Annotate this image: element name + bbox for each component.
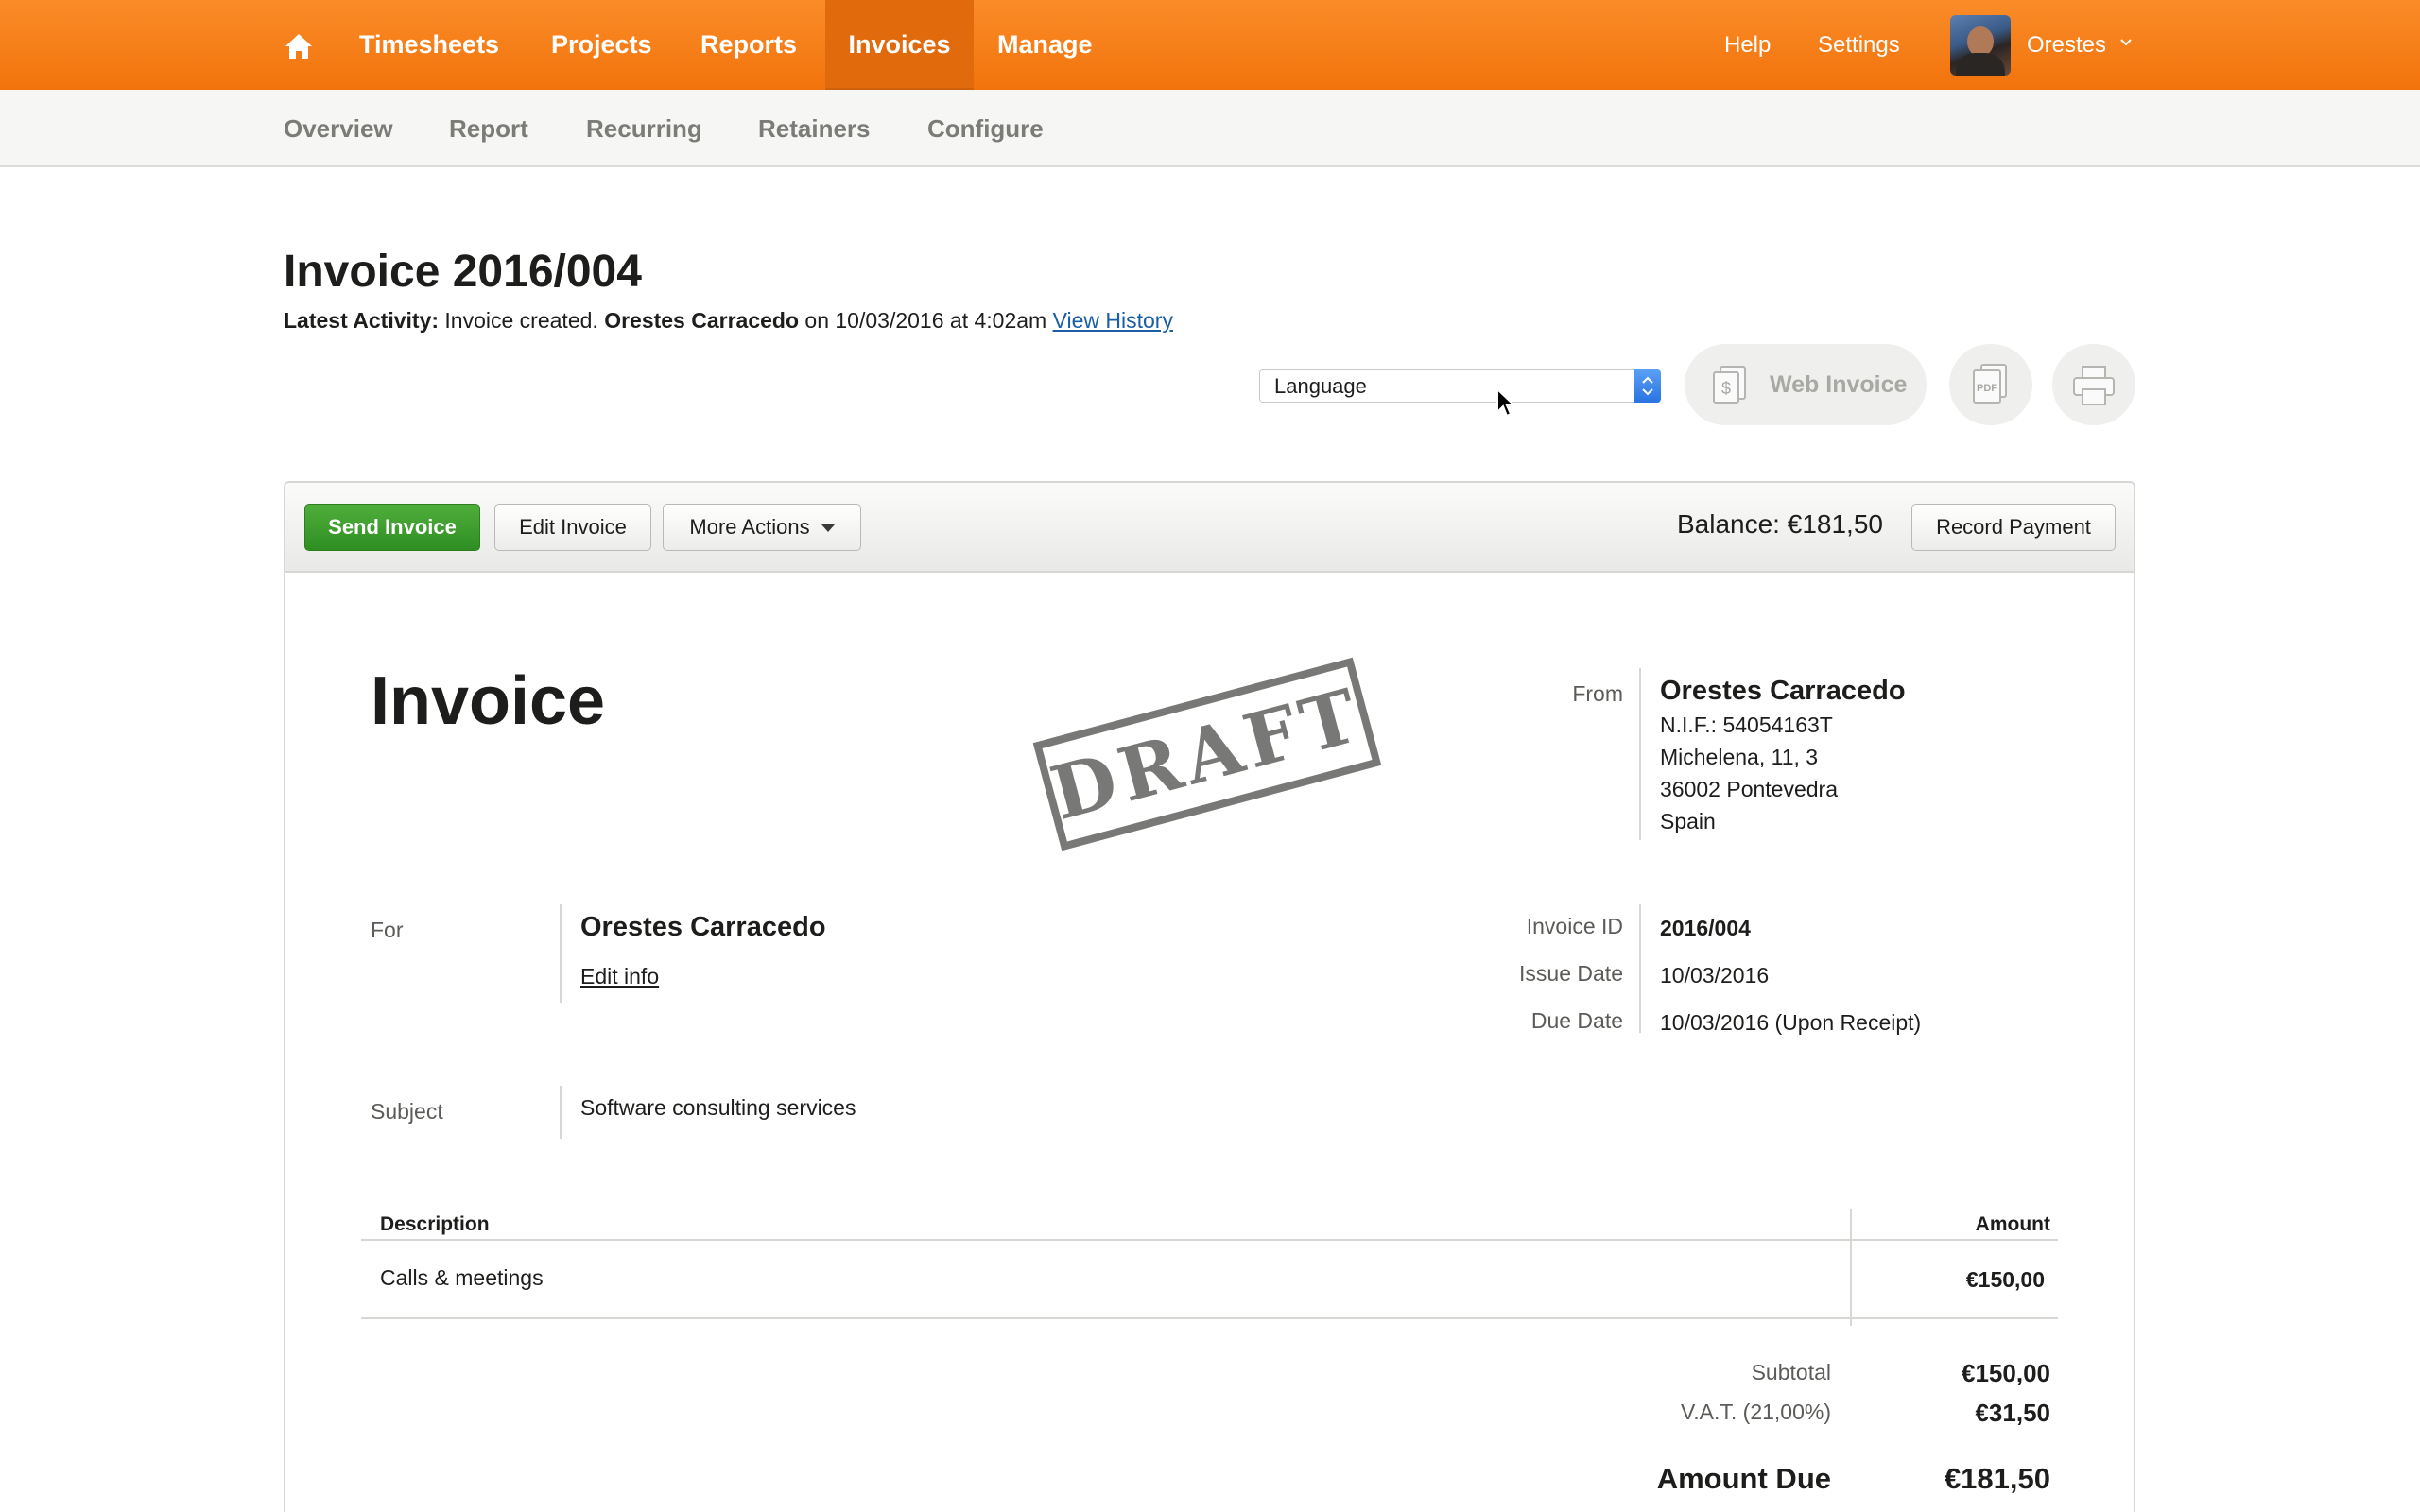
caret-down-icon: [821, 524, 835, 533]
invoice-id-value: 2016/004: [1660, 916, 1751, 940]
pdf-icon: PDF: [1973, 364, 2007, 404]
activity-prefix: Latest Activity:: [284, 308, 440, 333]
home-icon[interactable]: [284, 32, 314, 60]
invoice-id-label: Invoice ID: [1526, 914, 1623, 938]
from-line: N.I.F.: 54054163T: [1660, 713, 1833, 737]
view-history-link[interactable]: View History: [1053, 308, 1173, 333]
svg-text:$: $: [1721, 379, 1731, 398]
draft-stamp: DRAFT: [1032, 657, 1382, 851]
subnav-configure[interactable]: Configure: [927, 90, 1044, 167]
pdf-button[interactable]: PDF: [1949, 344, 2032, 425]
subnav-retainers[interactable]: Retainers: [758, 90, 871, 167]
subject-label: Subject: [371, 1099, 443, 1124]
due-date-label: Due Date: [1530, 1008, 1623, 1033]
print-button[interactable]: [2052, 344, 2135, 425]
col-description-header: Description: [380, 1213, 490, 1235]
user-avatar[interactable]: [1950, 15, 2011, 76]
activity-text: Invoice created.: [444, 308, 598, 333]
draft-stamp-text: DRAFT: [1042, 671, 1373, 837]
from-label: From: [1572, 681, 1623, 706]
web-invoice-icon: $: [1713, 366, 1746, 404]
subtotal-value: €150,00: [1962, 1359, 2050, 1387]
nav-settings[interactable]: Settings: [1818, 0, 1900, 90]
latest-activity: Latest Activity: Invoice created. Oreste…: [284, 308, 1173, 334]
table-header-rule: [361, 1239, 2058, 1241]
balance-amount: Balance: €181,50: [1677, 509, 1883, 539]
record-payment-button[interactable]: Record Payment: [1911, 504, 2116, 551]
from-line: Michelena, 11, 3: [1660, 745, 1819, 769]
from-divider: [1639, 668, 1641, 840]
language-select-value: Language: [1274, 374, 1367, 398]
send-invoice-button[interactable]: Send Invoice: [304, 504, 480, 551]
invoice-heading: Invoice: [371, 663, 606, 739]
issue-date-label: Issue Date: [1519, 961, 1623, 986]
due-date-value: 10/03/2016 (Upon Receipt): [1660, 1010, 1922, 1035]
select-arrows-icon[interactable]: [1634, 369, 1661, 403]
for-label: For: [371, 918, 404, 942]
nav-invoices[interactable]: Invoices: [825, 0, 974, 90]
page-title: Invoice 2016/004: [284, 247, 642, 297]
from-line: 36002 Pontevedra: [1660, 777, 1838, 801]
web-invoice-label: Web Invoice: [1770, 371, 1908, 398]
subnav-report[interactable]: Report: [449, 90, 528, 167]
edit-invoice-button[interactable]: Edit Invoice: [494, 504, 651, 551]
more-actions-label: More Actions: [689, 515, 810, 539]
amount-due-label: Amount Due: [1656, 1462, 1831, 1495]
issue-date-value: 10/03/2016: [1660, 963, 1770, 988]
printer-icon: [2073, 366, 2115, 405]
from-line: Spain: [1660, 809, 1716, 833]
for-name: Orestes Carracedo: [580, 912, 826, 942]
meta-divider: [1639, 904, 1641, 1033]
nav-reports[interactable]: Reports: [700, 0, 797, 90]
top-navigation-bar: Timesheets Projects Reports Invoices Man…: [0, 0, 2420, 90]
table-column-divider: [1850, 1209, 1852, 1326]
subtotal-label: Subtotal: [1751, 1360, 1831, 1384]
chevron-down-icon[interactable]: [2119, 36, 2133, 49]
nav-manage[interactable]: Manage: [997, 0, 1093, 90]
language-select[interactable]: Language: [1259, 369, 1661, 403]
nav-timesheets[interactable]: Timesheets: [359, 0, 499, 90]
subject-value: Software consulting services: [580, 1095, 856, 1120]
activity-when: on 10/03/2016 at 4:02am: [804, 308, 1047, 333]
activity-user: Orestes Carracedo: [604, 308, 800, 333]
more-actions-button[interactable]: More Actions: [663, 504, 861, 551]
subnav-recurring[interactable]: Recurring: [586, 90, 702, 167]
amount-due-value: €181,50: [1944, 1462, 2050, 1495]
line-item-amount: €150,00: [1965, 1267, 2045, 1292]
from-name: Orestes Carracedo: [1660, 676, 1906, 706]
sub-navigation-bar: Overview Report Recurring Retainers Conf…: [0, 90, 2420, 167]
nav-projects[interactable]: Projects: [551, 0, 652, 90]
user-menu-name[interactable]: Orestes: [2027, 0, 2106, 90]
web-invoice-button[interactable]: $ Web Invoice: [1685, 344, 1927, 425]
invoice-card: Send Invoice Edit Invoice More Actions B…: [284, 481, 2135, 1512]
vat-value: €31,50: [1975, 1399, 2050, 1427]
subject-divider: [560, 1086, 562, 1139]
vat-label: V.A.T. (21,00%): [1681, 1400, 1831, 1424]
table-bottom-rule: [361, 1317, 2058, 1319]
nav-help[interactable]: Help: [1724, 0, 1771, 90]
subnav-overview[interactable]: Overview: [284, 90, 393, 167]
edit-info-link[interactable]: Edit info: [580, 964, 659, 989]
pdf-icon-label: PDF: [1977, 383, 1997, 394]
mouse-cursor-icon: [1496, 387, 1516, 418]
line-item-description: Calls & meetings: [380, 1265, 544, 1290]
col-amount-header: Amount: [1975, 1213, 2050, 1235]
invoice-toolbar: Send Invoice Edit Invoice More Actions B…: [285, 483, 2134, 573]
for-divider: [560, 904, 562, 1003]
